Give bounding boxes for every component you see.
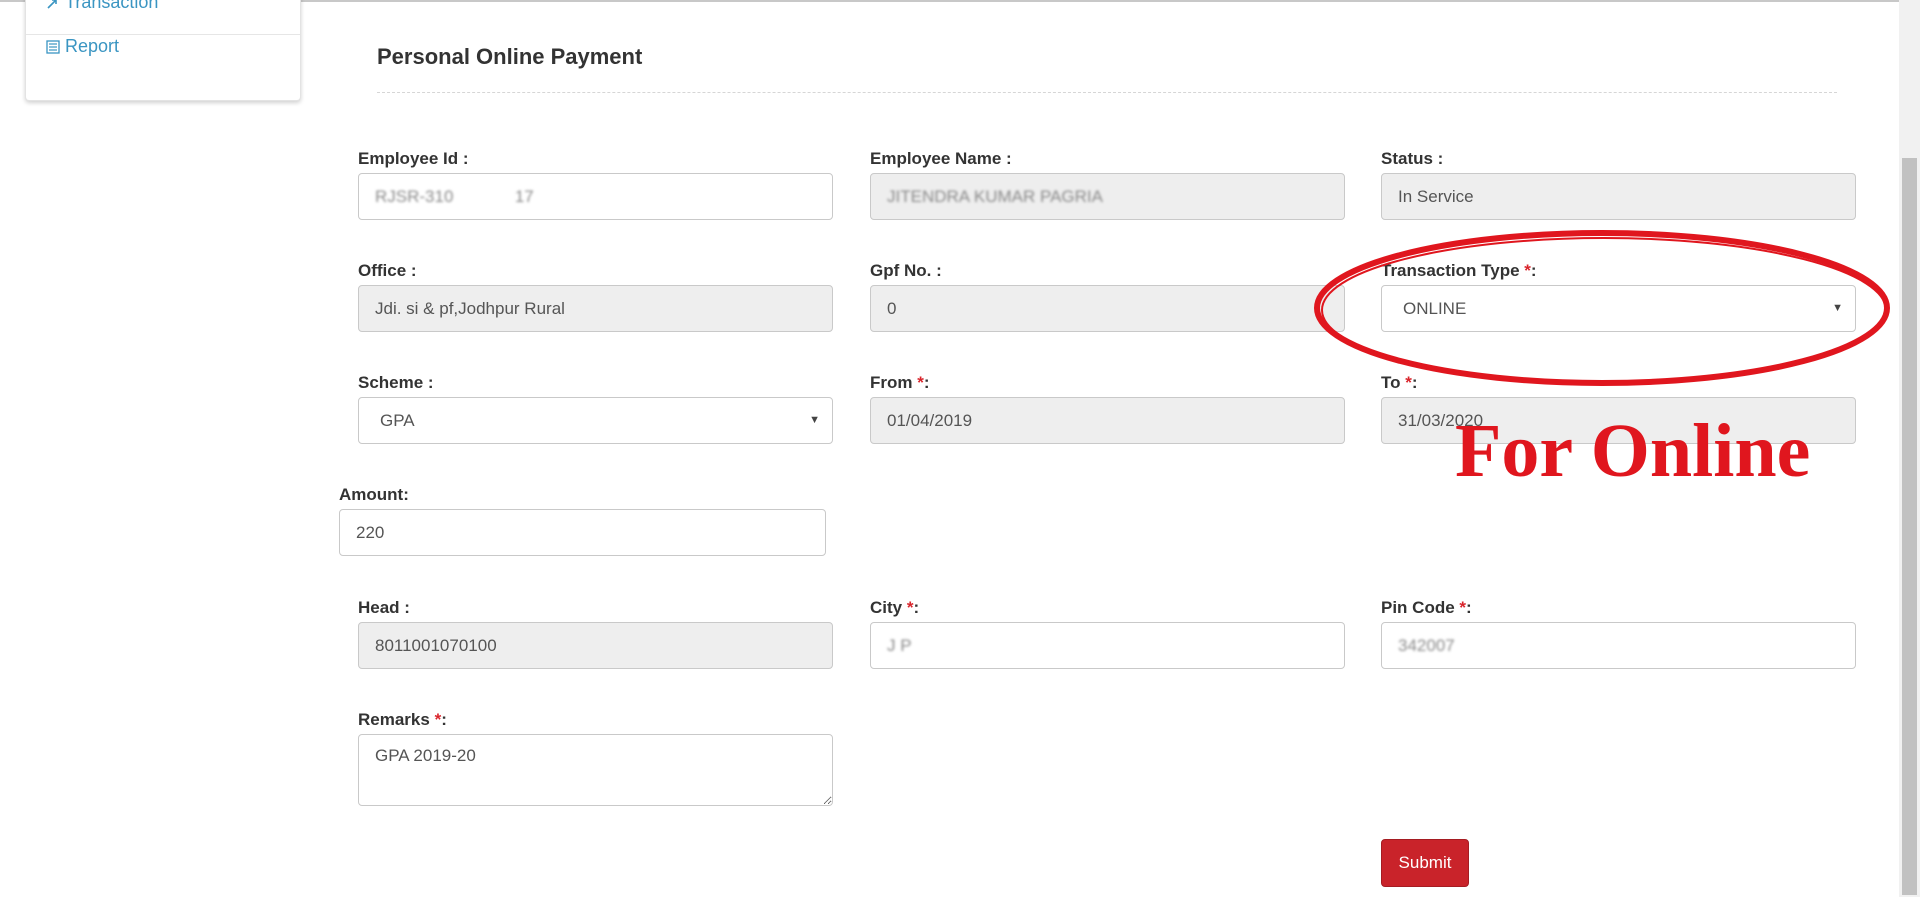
scheme-label: Scheme : xyxy=(358,373,434,392)
office-label: Office : xyxy=(358,261,417,280)
annotation-text: For Online xyxy=(1455,409,1811,493)
scrollbar-thumb[interactable] xyxy=(1902,158,1917,895)
city-input[interactable]: J P xyxy=(870,622,1345,669)
head-group: Head : 8011001070100 xyxy=(358,596,833,669)
sidebar-item-label: Report xyxy=(65,36,120,56)
scrollbar[interactable] xyxy=(1899,0,1920,897)
pin-code-input[interactable]: 342007 xyxy=(1381,622,1856,669)
list-icon xyxy=(46,39,60,54)
city-group: City *: J P xyxy=(870,596,1345,669)
office-group: Office : Jdi. si & pf,Jodhpur Rural xyxy=(358,259,833,332)
status-label: Status : xyxy=(1381,149,1444,168)
from-date-group: From *: 01/04/2019 xyxy=(870,371,1345,444)
employee-name-value: JITENDRA KUMAR PAGRIA xyxy=(887,187,1103,206)
remarks-group: Remarks *: GPA 2019-20 xyxy=(358,708,833,806)
pin-code-value: 342007 xyxy=(1398,636,1455,655)
sidebar-item-report[interactable]: Report xyxy=(46,36,119,57)
pin-code-label: Pin Code *: xyxy=(1381,598,1472,617)
remarks-label: Remarks *: xyxy=(358,710,447,729)
gpf-no-group: Gpf No. : 0 xyxy=(870,259,1345,332)
employee-id-group: Employee Id : RJSR-310 17 xyxy=(358,147,833,220)
required-marker: * xyxy=(1405,373,1412,392)
remarks-textarea[interactable]: GPA 2019-20 xyxy=(358,734,833,806)
chevron-down-icon: ▼ xyxy=(809,414,820,426)
employee-name-field[interactable]: JITENDRA KUMAR PAGRIA xyxy=(870,173,1345,220)
scheme-value: GPA xyxy=(380,411,415,430)
head-label: Head : xyxy=(358,598,410,617)
sidebar-item-transaction[interactable]: Transaction xyxy=(46,0,158,13)
amount-group: Amount: 220 xyxy=(339,483,826,556)
required-marker: * xyxy=(917,373,924,392)
transaction-type-select[interactable]: ONLINE ▼ xyxy=(1381,285,1856,332)
scheme-group: Scheme : GPA ▼ xyxy=(358,371,833,444)
head-field[interactable]: 8011001070100 xyxy=(358,622,833,669)
page-title: Personal Online Payment xyxy=(377,44,643,69)
to-date-group: To *: 31/03/2020 xyxy=(1381,371,1856,444)
sidebar-menu: Transaction Report xyxy=(25,0,301,101)
city-value: J P xyxy=(887,636,912,655)
from-date-label: From *: xyxy=(870,373,930,392)
employee-id-label: Employee Id : xyxy=(358,149,469,168)
status-group: Status : In Service xyxy=(1381,147,1856,220)
sidebar-divider xyxy=(26,34,300,35)
amount-label: Amount: xyxy=(339,485,409,504)
transaction-type-label: Transaction Type *: xyxy=(1381,261,1537,280)
pin-code-group: Pin Code *: 342007 xyxy=(1381,596,1856,669)
to-date-label: To *: xyxy=(1381,373,1418,392)
title-divider xyxy=(377,92,1837,93)
transaction-type-group: Transaction Type *: ONLINE ▼ xyxy=(1381,259,1856,332)
status-field[interactable]: In Service xyxy=(1381,173,1856,220)
gpf-no-label: Gpf No. : xyxy=(870,261,942,280)
gpf-no-field[interactable]: 0 xyxy=(870,285,1345,332)
required-marker: * xyxy=(1524,261,1531,280)
employee-name-label: Employee Name : xyxy=(870,149,1012,168)
transaction-type-value: ONLINE xyxy=(1403,299,1467,318)
office-field[interactable]: Jdi. si & pf,Jodhpur Rural xyxy=(358,285,833,332)
sidebar-item-label: Transaction xyxy=(65,0,159,12)
employee-id-field[interactable]: RJSR-310 17 xyxy=(358,173,833,220)
amount-input[interactable]: 220 xyxy=(339,509,826,556)
scheme-select[interactable]: GPA ▼ xyxy=(358,397,833,444)
from-date-field[interactable]: 01/04/2019 xyxy=(870,397,1345,444)
city-label: City *: xyxy=(870,598,920,617)
chevron-down-icon: ▼ xyxy=(1832,302,1843,314)
employee-name-group: Employee Name : JITENDRA KUMAR PAGRIA xyxy=(870,147,1345,220)
transaction-icon xyxy=(47,0,57,9)
submit-button[interactable]: Submit xyxy=(1381,839,1469,887)
employee-id-value: RJSR-310 17 xyxy=(375,187,534,206)
